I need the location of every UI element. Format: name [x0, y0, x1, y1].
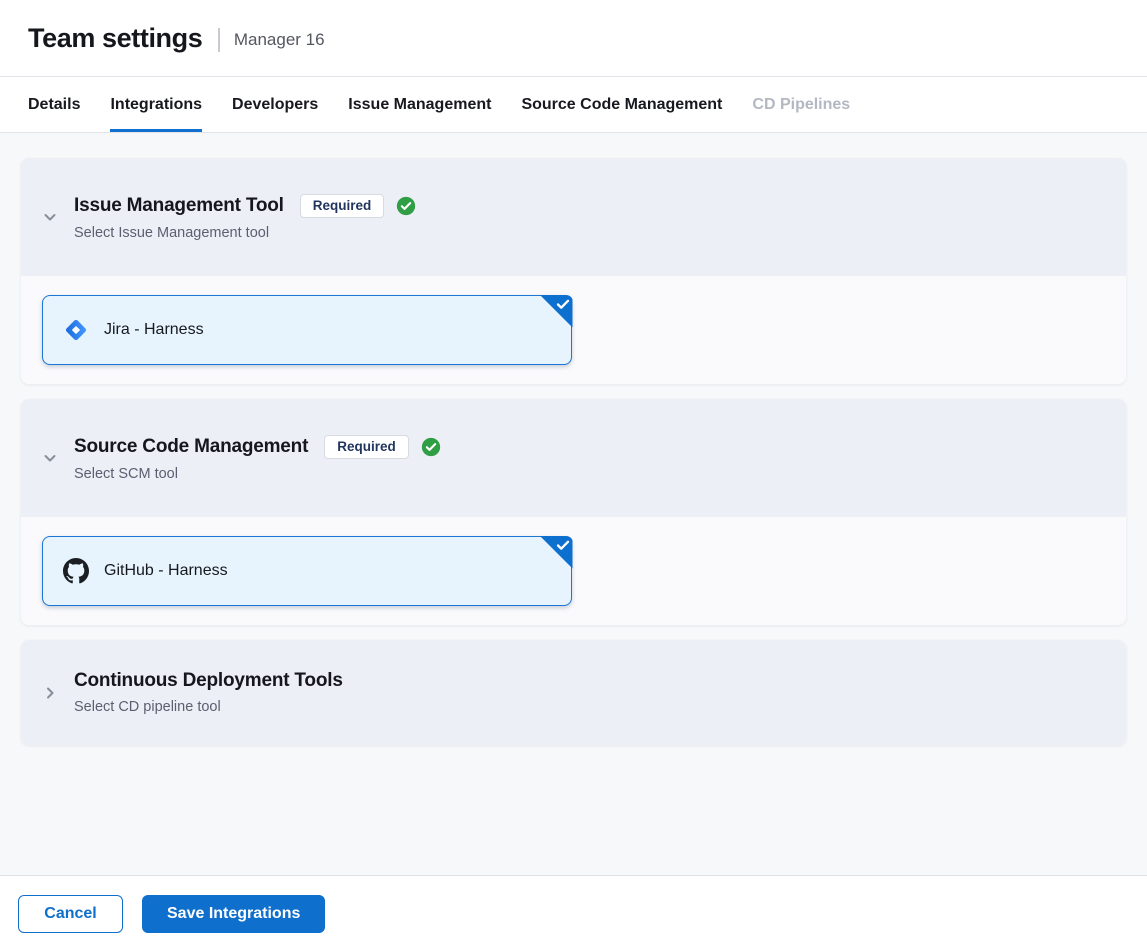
section-header-text: Issue Management Tool Required Select Is…: [74, 194, 416, 241]
tab-developers[interactable]: Developers: [232, 77, 318, 132]
integrations-panel: Issue Management Tool Required Select Is…: [0, 133, 1147, 875]
section-subtitle: Select Issue Management tool: [74, 225, 416, 241]
chevron-down-icon[interactable]: [42, 450, 58, 466]
tool-card-label: GitHub - Harness: [104, 562, 228, 580]
chevron-down-icon[interactable]: [42, 209, 58, 225]
section-subtitle: Select SCM tool: [74, 466, 441, 482]
page-title: Team settings: [28, 23, 202, 54]
required-badge: Required: [300, 194, 385, 218]
chevron-right-icon[interactable]: [42, 685, 58, 701]
check-circle-icon: [421, 437, 441, 457]
tab-cd-pipelines: CD Pipelines: [752, 77, 850, 132]
jira-icon: [63, 317, 89, 343]
team-settings-page: Team settings Manager 16 Details Integra…: [0, 0, 1147, 952]
required-badge: Required: [324, 435, 409, 459]
section-source-code-management: Source Code Management Required Select S…: [21, 399, 1126, 625]
tab-details[interactable]: Details: [28, 77, 80, 132]
section-cd-header[interactable]: Continuous Deployment Tools Select CD pi…: [21, 640, 1126, 745]
save-integrations-button[interactable]: Save Integrations: [142, 895, 325, 933]
tab-issue-management[interactable]: Issue Management: [348, 77, 491, 132]
tab-bar: Details Integrations Developers Issue Ma…: [0, 77, 1147, 133]
footer-action-bar: Cancel Save Integrations: [0, 875, 1147, 952]
section-issue-management-tool: Issue Management Tool Required Select Is…: [21, 158, 1126, 384]
tool-card-label: Jira - Harness: [104, 321, 204, 339]
title-divider: [218, 28, 220, 52]
section-scm-body: GitHub - Harness: [21, 517, 1126, 625]
section-title: Source Code Management: [74, 436, 308, 458]
section-title: Continuous Deployment Tools: [74, 670, 343, 692]
tool-card-jira[interactable]: Jira - Harness: [42, 295, 572, 365]
section-issue-management-body: Jira - Harness: [21, 276, 1126, 384]
cancel-button[interactable]: Cancel: [18, 895, 123, 933]
section-header-text: Continuous Deployment Tools Select CD pi…: [74, 670, 343, 715]
section-continuous-deployment: Continuous Deployment Tools Select CD pi…: [21, 640, 1126, 745]
header: Team settings Manager 16: [0, 0, 1147, 77]
tab-integrations[interactable]: Integrations: [110, 77, 202, 132]
section-header-text: Source Code Management Required Select S…: [74, 435, 441, 482]
section-title: Issue Management Tool: [74, 195, 284, 217]
tab-source-code-management[interactable]: Source Code Management: [521, 77, 722, 132]
tool-card-github[interactable]: GitHub - Harness: [42, 536, 572, 606]
section-subtitle: Select CD pipeline tool: [74, 699, 343, 715]
section-scm-header[interactable]: Source Code Management Required Select S…: [21, 399, 1126, 517]
selected-check-icon: [540, 536, 573, 569]
team-name-label: Manager 16: [234, 30, 325, 50]
section-issue-management-header[interactable]: Issue Management Tool Required Select Is…: [21, 158, 1126, 276]
github-icon: [63, 558, 89, 584]
selected-check-icon: [540, 295, 573, 328]
check-circle-icon: [396, 196, 416, 216]
